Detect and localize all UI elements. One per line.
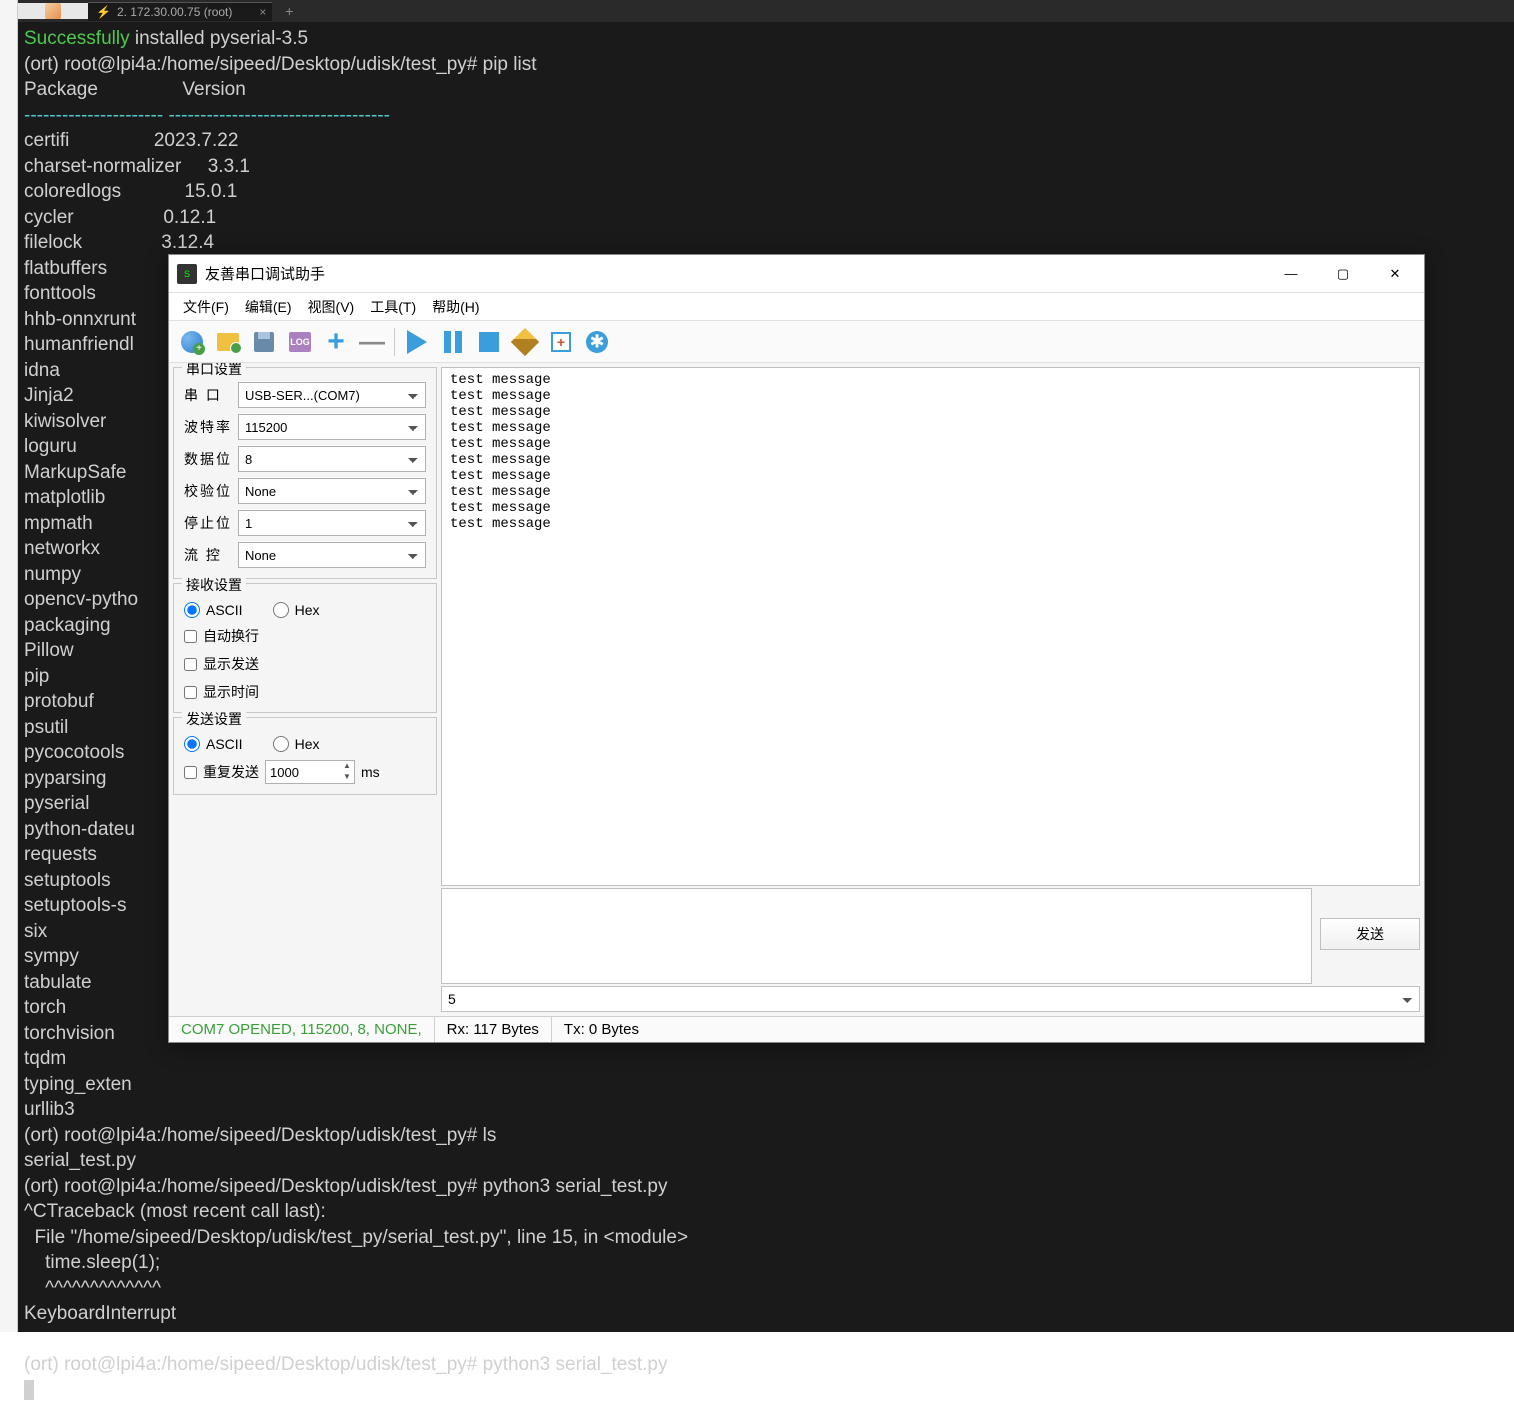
broom-icon [511, 327, 539, 355]
stop-icon [479, 332, 499, 352]
clear-button[interactable] [508, 325, 542, 359]
recv-hex-radio[interactable]: Hex [273, 602, 320, 618]
flow-select[interactable]: None [238, 542, 426, 568]
showtime-check[interactable]: 显示时间 [184, 682, 426, 702]
log-icon: LOG [289, 332, 311, 352]
showsend-check[interactable]: 显示发送 [184, 654, 426, 674]
menu-help[interactable]: 帮助(H) [426, 294, 485, 320]
menubar: 文件(F) 编辑(E) 视图(V) 工具(T) 帮助(H) [169, 293, 1424, 321]
connect-button[interactable] [175, 325, 209, 359]
titlebar[interactable]: S 友善串口调试助手 — ▢ ✕ [169, 255, 1424, 293]
history-combo[interactable]: 5 [441, 986, 1420, 1012]
status-rx: Rx: 117 Bytes [435, 1017, 552, 1042]
menu-edit[interactable]: 编辑(E) [239, 294, 298, 320]
baud-select[interactable]: 115200 [238, 414, 426, 440]
pause-icon [444, 331, 462, 353]
window-title: 友善串口调试助手 [205, 263, 1266, 284]
stop-button[interactable] [472, 325, 506, 359]
autowrap-check[interactable]: 自动换行 [184, 626, 426, 646]
folder-icon [217, 333, 239, 351]
save-button[interactable] [247, 325, 281, 359]
app-icon: S [177, 264, 197, 284]
send-input[interactable] [441, 888, 1312, 984]
grid-icon [551, 332, 571, 352]
menu-tools[interactable]: 工具(T) [364, 294, 422, 320]
tab-add-button[interactable]: + [278, 2, 300, 20]
status-connection: COM7 OPENED, 115200, 8, NONE, [169, 1017, 435, 1042]
group-label: 串口设置 [182, 363, 246, 379]
maximize-button[interactable]: ▢ [1318, 256, 1368, 292]
tab-home[interactable] [18, 3, 88, 19]
grid-button[interactable] [544, 325, 578, 359]
tab-session[interactable]: ⚡ 2. 172.30.00.75 (root) × [88, 2, 272, 21]
spin-down[interactable]: ▼ [340, 772, 354, 783]
gear-icon [586, 331, 608, 353]
zoom-in-button[interactable]: + [319, 325, 353, 359]
repeat-check[interactable] [184, 766, 197, 779]
port-settings-group: 串口设置 串 口USB-SER...(COM7) 波特率115200 数据位8 … [173, 367, 437, 579]
lightning-icon: ⚡ [96, 5, 111, 19]
menu-file[interactable]: 文件(F) [177, 294, 235, 320]
statusbar: COM7 OPENED, 115200, 8, NONE, Rx: 117 By… [169, 1016, 1424, 1042]
zoom-out-button[interactable]: — [355, 325, 389, 359]
send-hex-radio[interactable]: Hex [273, 736, 320, 752]
pause-button[interactable] [436, 325, 470, 359]
send-settings-group: 发送设置 ASCII Hex 重复发送 ▲▼ ms [173, 717, 437, 795]
recv-settings-group: 接收设置 ASCII Hex 自动换行 显示发送 显示时间 [173, 583, 437, 713]
stopbits-select[interactable]: 1 [238, 510, 426, 536]
toolbar: LOG + — [169, 321, 1424, 363]
log-button[interactable]: LOG [283, 325, 317, 359]
serial-output[interactable]: test message test message test message t… [441, 367, 1420, 886]
save-icon [254, 332, 274, 352]
group-label: 发送设置 [182, 709, 246, 729]
parity-select[interactable]: None [238, 478, 426, 504]
spin-up[interactable]: ▲ [340, 761, 354, 772]
play-icon [407, 330, 427, 354]
minus-icon: — [359, 326, 385, 357]
globe-icon [181, 331, 203, 353]
play-button[interactable] [400, 325, 434, 359]
open-button[interactable] [211, 325, 245, 359]
serial-tool-window: S 友善串口调试助手 — ▢ ✕ 文件(F) 编辑(E) 视图(V) 工具(T)… [168, 254, 1425, 1043]
send-button[interactable]: 发送 [1320, 918, 1420, 950]
send-ascii-radio[interactable]: ASCII [184, 736, 243, 752]
status-tx: Tx: 0 Bytes [552, 1017, 1424, 1042]
tab-label: 2. 172.30.00.75 (root) [117, 5, 232, 19]
minimize-button[interactable]: — [1266, 256, 1316, 292]
recv-ascii-radio[interactable]: ASCII [184, 602, 243, 618]
port-select[interactable]: USB-SER...(COM7) [238, 382, 426, 408]
group-label: 接收设置 [182, 575, 246, 595]
databits-select[interactable]: 8 [238, 446, 426, 472]
close-button[interactable]: ✕ [1370, 256, 1420, 292]
plus-icon: + [327, 325, 345, 359]
close-icon[interactable]: × [259, 5, 266, 19]
settings-button[interactable] [580, 325, 614, 359]
menu-view[interactable]: 视图(V) [302, 294, 361, 320]
